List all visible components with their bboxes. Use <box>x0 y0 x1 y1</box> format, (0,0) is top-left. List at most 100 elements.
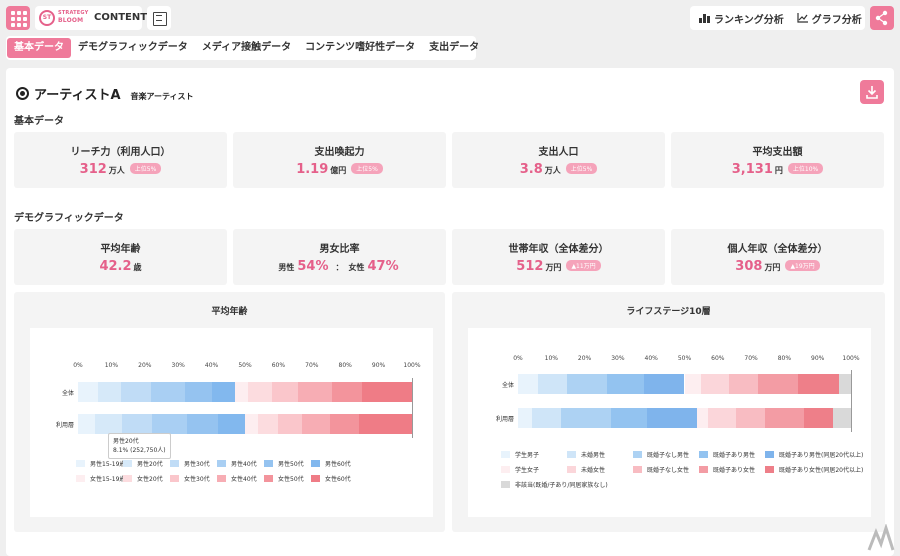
tab-content-preference-data[interactable]: コンテンツ嗜好性データ <box>298 38 422 58</box>
legend-swatch <box>765 466 774 473</box>
legend-label: 男性40代 <box>231 461 257 468</box>
artist-name: アーティストA <box>34 88 121 103</box>
card-unit: 万円 <box>764 263 781 272</box>
legend-label: 女性30代 <box>184 476 210 483</box>
axis-end-line <box>851 370 852 432</box>
legend-swatch <box>76 460 85 467</box>
bar-segment <box>538 374 567 394</box>
axis-tick-label: 50% <box>238 362 252 369</box>
lifestage-chart-area: 0% 10% 20% 30% 40% 50% 60% 70% 80% 90% 100% 全体 利用層 学生… <box>468 328 871 517</box>
spending-power-card: 支出喚起力 1.19 億円 上位5% <box>233 132 446 188</box>
axis-tick-label: 100% <box>403 362 421 369</box>
legend-item: 既婚子あり女性 <box>699 465 755 474</box>
legend-swatch <box>264 475 273 482</box>
female-value: 47% <box>367 259 399 274</box>
bar-segment <box>736 408 766 428</box>
logo-line1: STRATEGY <box>58 10 89 16</box>
tab-demographic-data[interactable]: デモグラフィックデータ <box>71 38 195 58</box>
card-title: 支出人口 <box>538 147 579 158</box>
logo-suffix: CONTENT <box>94 12 148 23</box>
bar-segment <box>187 414 219 434</box>
axis-tick-label: 80% <box>338 362 352 369</box>
share-glyph <box>875 10 888 26</box>
card-unit: 万円 <box>545 263 562 272</box>
bar-segment <box>211 382 235 402</box>
legend-item: 既婚子あり男性 <box>699 450 755 459</box>
share-icon[interactable] <box>870 6 894 30</box>
male-value: 54% <box>297 259 329 274</box>
legend-item: 学生男子 <box>501 450 539 459</box>
legend-label: 男性50代 <box>278 461 304 468</box>
bookmark-list-icon[interactable] <box>147 6 171 30</box>
tab-spending-data[interactable]: 支出データ <box>422 38 486 58</box>
legend-swatch <box>170 460 179 467</box>
bar-segment <box>607 374 644 394</box>
legend-label: 既婚子あり女性(同居20代以上) <box>779 467 864 474</box>
brand-logo[interactable]: ST STRATEGY BLOOM CONTENT <box>35 6 147 30</box>
card-title: リーチ力（利用人口） <box>70 147 171 158</box>
artist-icon <box>16 87 29 100</box>
app-grid-icon[interactable] <box>6 6 30 30</box>
bar-segment <box>248 382 272 402</box>
legend-label: 女性50代 <box>278 476 304 483</box>
bar-segment <box>121 382 152 402</box>
download-glyph <box>866 86 878 99</box>
graph-analysis-label: グラフ分析 <box>811 14 862 26</box>
tab-media-contact-data[interactable]: メディア接触データ <box>195 38 298 58</box>
legend-label: 男性15-19歳 <box>90 461 126 468</box>
card-title: 平均支出額 <box>752 147 803 158</box>
card-title: 平均年齢 <box>100 244 141 255</box>
average-spending-card: 平均支出額 3,131 円上位10% <box>671 132 884 188</box>
card-value: 312 <box>79 162 107 177</box>
bar-segment <box>684 374 701 394</box>
ratio-separator: ： <box>335 263 344 272</box>
legend-swatch <box>633 451 642 458</box>
male-label: 男性 <box>278 263 295 272</box>
bar-segment <box>298 382 332 402</box>
axis-tick-label: 40% <box>204 362 219 369</box>
lifestage-chart-panel: ライフステージ10層 0% 10% 20% 30% 40% 50% 60% 70% 80% 90%… <box>452 292 885 532</box>
legend-item: 学生女子 <box>501 465 539 474</box>
axis-tick-label: 20% <box>138 362 152 369</box>
age-chart-area: 0% 10% 20% 30% 40% 50% 60% 70% 80% 90% 100% 全体 利用層 男性… <box>30 328 433 517</box>
bar-segment <box>611 408 647 428</box>
bar-segment <box>94 414 122 434</box>
card-value-row: 308 万円 ▲19万円 <box>671 259 884 274</box>
ranking-analysis-button[interactable]: ランキング分析 <box>690 11 784 26</box>
bar-segment <box>78 382 99 402</box>
legend-item: 非該当(既婚/子あり/同居家族なし) <box>501 480 608 489</box>
legend-label: 未婚女性 <box>581 467 606 474</box>
card-value-row: 1.19 億円 上位5% <box>233 162 446 177</box>
card-unit: 円 <box>774 166 783 175</box>
bar-segment <box>532 408 561 428</box>
bar-segment <box>184 382 212 402</box>
legend-swatch <box>501 451 510 458</box>
legend-item: 男性40代 <box>217 459 257 468</box>
bar-segment <box>331 382 362 402</box>
legend-item: 女性40代 <box>217 474 257 483</box>
legend-swatch <box>170 475 179 482</box>
legend-label: 女性15-19歳 <box>90 476 126 483</box>
legend-item: 既婚子あり男性(同居20代以上) <box>765 450 863 459</box>
card-value: 512 <box>516 259 544 274</box>
bar-segment <box>271 382 299 402</box>
axis-end-line <box>412 378 413 438</box>
demographic-data-title: デモグラフィックデータ <box>14 213 124 224</box>
tab-basic-data[interactable]: 基本データ <box>7 38 71 58</box>
bar-segment <box>121 414 152 434</box>
age-chart-panel: 平均年齢 0% 10% 20% 30% 40% 50% 60% 70% 80% 90% 100% 全体… <box>14 292 445 532</box>
legend-label: 学生女子 <box>515 467 540 474</box>
row-label: 利用層 <box>55 422 74 429</box>
analysis-buttons: ランキング分析 グラフ分析 <box>690 6 865 30</box>
axis-tick-label: 60% <box>271 362 286 369</box>
legend-swatch <box>567 451 576 458</box>
legend-swatch <box>123 460 132 467</box>
legend-item: 女性30代 <box>170 474 210 483</box>
legend-item: 男性15-19歳 <box>76 459 125 468</box>
female-label: 女性 <box>348 263 365 272</box>
axis-tick-label: 100% <box>842 355 860 362</box>
bar-segment <box>757 374 799 394</box>
card-title: 支出喚起力 <box>314 147 365 158</box>
graph-analysis-button[interactable]: グラフ分析 <box>784 11 862 26</box>
download-icon[interactable] <box>860 80 884 104</box>
